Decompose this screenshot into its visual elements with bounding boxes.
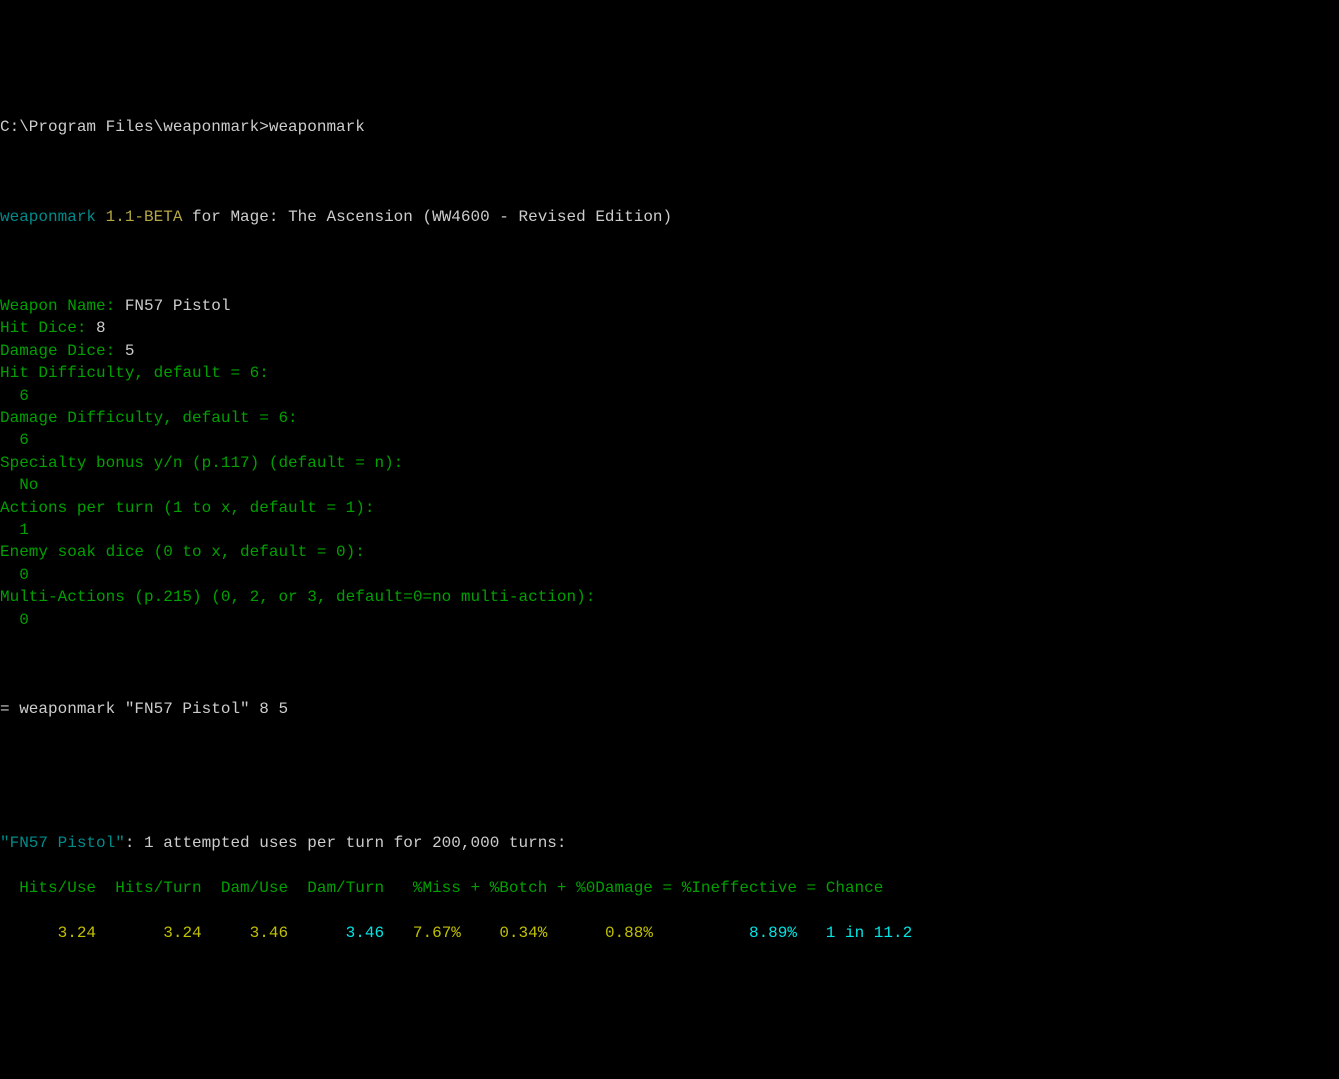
result-name: "FN57 Pistol": [0, 834, 125, 852]
hits-use: 3.24: [58, 924, 96, 942]
input-value: 6: [0, 431, 29, 449]
prompt-path: C:\Program Files\weaponmark>: [0, 118, 269, 136]
hits-turn: 3.24: [163, 924, 201, 942]
input-label: Enemy soak dice (0 to x, default = 0):: [0, 543, 365, 561]
command-entered: weaponmark: [269, 118, 365, 136]
input-label: Weapon Name:: [0, 297, 115, 315]
terminal-output: C:\Program Files\weaponmark>weaponmark w…: [0, 94, 1339, 967]
result-values-row: 3.24 3.24 3.46 3.46 7.67% 0.34% 0.88% 8.…: [0, 922, 1339, 944]
input-value: 0: [0, 566, 29, 584]
input-label: Hit Difficulty, default = 6:: [0, 364, 269, 382]
input-label: Multi-Actions (p.215) (0, 2, or 3, defau…: [0, 588, 595, 606]
input-prompts: Weapon Name: FN57 Pistol Hit Dice: 8 Damag…: [0, 295, 1339, 631]
chance: 1 in 11.2: [826, 924, 912, 942]
version: 1.1-BETA: [106, 208, 183, 226]
tagline: for Mage: The Ascension (WW4600 - Revise…: [192, 208, 672, 226]
input-value: 1: [0, 521, 29, 539]
botch-pct: 0.34%: [499, 924, 547, 942]
input-value: 8: [96, 319, 106, 337]
app-name: weaponmark: [0, 208, 96, 226]
command-echo: = weaponmark "FN57 Pistol" 8 5: [0, 700, 288, 718]
zero-damage-pct: 0.88%: [605, 924, 653, 942]
input-value: FN57 Pistol: [125, 297, 231, 315]
input-value: 6: [0, 387, 29, 405]
input-label: Actions per turn (1 to x, default = 1):: [0, 499, 374, 517]
input-label: Damage Difficulty, default = 6:: [0, 409, 298, 427]
input-label: Specialty bonus y/n (p.117) (default = n…: [0, 454, 403, 472]
input-value: 5: [125, 342, 135, 360]
dam-use: 3.46: [250, 924, 288, 942]
result-headers: Hits/Use Hits/Turn Dam/Use Dam/Turn %Mis…: [0, 879, 883, 897]
input-label: Damage Dice:: [0, 342, 115, 360]
dam-turn: 3.46: [346, 924, 384, 942]
input-label: Hit Dice:: [0, 319, 86, 337]
result-summary: : 1 attempted uses per turn for 200,000 …: [125, 834, 567, 852]
miss-pct: 7.67%: [413, 924, 461, 942]
input-value: No: [0, 476, 38, 494]
input-value: 0: [0, 611, 29, 629]
ineffective-pct: 8.89%: [749, 924, 797, 942]
